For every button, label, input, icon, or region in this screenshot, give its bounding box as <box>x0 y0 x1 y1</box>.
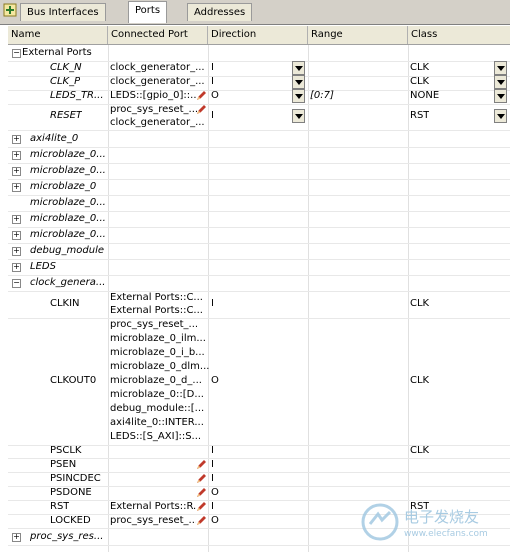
connected-port[interactable]: debug_module::[... <box>110 402 204 415</box>
tab-ports[interactable]: Ports <box>128 1 168 23</box>
instance-name: clock_genera... <box>30 277 106 288</box>
pencil-icon[interactable] <box>196 516 206 526</box>
pencil-icon[interactable] <box>196 91 206 101</box>
add-port-icon[interactable] <box>3 3 17 17</box>
col-class[interactable]: Class <box>408 26 510 44</box>
instance-name: microblaze_0... <box>30 197 106 208</box>
tree-row-instance[interactable]: − clock_genera... <box>8 275 510 292</box>
connected-port[interactable]: proc_sys_reset_... <box>110 318 198 331</box>
expand-icon[interactable]: + <box>12 167 21 176</box>
instance-name: microblaze_0... <box>30 165 106 176</box>
instance-name: microblaze_0... <box>30 213 106 224</box>
pencil-icon[interactable] <box>196 105 206 115</box>
direction-dropdown-icon[interactable] <box>292 75 305 89</box>
tree-row-instance[interactable]: + microblaze_0 <box>8 179 510 196</box>
expand-icon[interactable]: + <box>12 183 21 192</box>
class-dropdown-icon[interactable] <box>494 109 507 123</box>
direction-value[interactable]: O <box>211 513 219 529</box>
connected-port[interactable]: LEDS::[S_AXI]::S... <box>110 430 201 443</box>
direction-dropdown-icon[interactable] <box>292 109 305 123</box>
watermark-logo: 电子发烧友 www.elecfans.com <box>360 498 510 550</box>
instance-name: microblaze_0 <box>30 181 97 192</box>
direction-value[interactable]: I <box>211 108 214 124</box>
tree-row-instance[interactable]: + microblaze_0... <box>8 211 510 228</box>
connected-port[interactable]: clock_generator_... <box>110 116 205 129</box>
direction-dropdown-icon[interactable] <box>292 89 305 103</box>
expand-icon[interactable]: + <box>12 151 21 160</box>
class-value[interactable]: CLK <box>410 296 429 312</box>
expand-icon[interactable]: + <box>12 263 21 272</box>
expand-icon[interactable]: + <box>12 533 21 542</box>
instance-name: debug_module <box>30 245 105 256</box>
tab-addresses[interactable]: Addresses <box>187 3 253 21</box>
connected-port[interactable]: axi4lite_0::INTER... <box>110 416 204 429</box>
instance-name: axi4lite_0 <box>30 133 79 144</box>
connected-port[interactable]: microblaze_0_i_b... <box>110 346 205 359</box>
expand-icon[interactable]: + <box>12 215 21 224</box>
expand-icon[interactable]: + <box>12 135 21 144</box>
direction-value[interactable]: I <box>211 296 214 312</box>
port-row[interactable]: PSCLK I CLK <box>8 444 510 459</box>
connected-port[interactable]: proc_sys_reset_... <box>110 103 198 116</box>
expand-icon[interactable]: + <box>12 231 21 240</box>
tree-row-instance[interactable]: + axi4lite_0 <box>8 131 510 148</box>
port-name: LOCKED <box>50 515 91 526</box>
class-value[interactable]: CLK <box>410 373 429 389</box>
pencil-icon[interactable] <box>196 502 206 512</box>
instance-name: proc_sys_res... <box>30 531 104 542</box>
instance-name: microblaze_0... <box>30 149 106 160</box>
tree-row-instance[interactable]: + microblaze_0... <box>8 163 510 180</box>
tab-bus-interfaces[interactable]: Bus Interfaces <box>20 3 106 21</box>
port-name: RESET <box>50 110 83 121</box>
watermark-url: www.elecfans.com <box>404 529 488 539</box>
col-range[interactable]: Range <box>308 26 408 44</box>
connected-port[interactable]: proc_sys_reset_... <box>110 513 196 529</box>
tree-row-instance[interactable]: + microblaze_0... <box>8 227 510 244</box>
tree-row-instance[interactable]: + debug_module <box>8 243 510 260</box>
port-row[interactable]: RESET proc_sys_reset_... clock_generator… <box>8 102 510 131</box>
direction-dropdown-icon[interactable] <box>292 61 305 75</box>
class-value[interactable]: RST <box>410 108 429 124</box>
connected-port[interactable]: microblaze_0_d_... <box>110 374 202 387</box>
tree-row-instance[interactable]: + LEDS <box>8 259 510 276</box>
connected-port[interactable]: microblaze_0_ilm... <box>110 332 206 345</box>
port-name: CLKOUT0 <box>50 375 97 386</box>
connected-port[interactable]: External Ports::C... <box>110 304 203 317</box>
ports-grid: − External Ports CLK_N clock_generator_.… <box>8 45 510 552</box>
pencil-icon[interactable] <box>196 460 206 470</box>
collapse-icon[interactable]: − <box>12 49 21 58</box>
collapse-icon[interactable]: − <box>12 279 21 288</box>
elecfans-logo-icon <box>361 503 399 541</box>
instance-name: LEDS <box>30 261 56 272</box>
port-row[interactable]: CLKOUT0 proc_sys_reset_... microblaze_0_… <box>8 318 510 446</box>
port-name: CLKIN <box>50 298 80 309</box>
port-row[interactable]: CLKIN External Ports::C... External Port… <box>8 291 510 319</box>
tree-row-instance[interactable]: microblaze_0... <box>8 195 510 212</box>
class-dropdown-icon[interactable] <box>494 61 507 75</box>
expand-icon[interactable]: + <box>12 247 21 256</box>
col-direction[interactable]: Direction <box>208 26 308 44</box>
col-connected-port[interactable]: Connected Port <box>108 26 208 44</box>
column-header: Name Connected Port Direction Range Clas… <box>8 26 510 45</box>
direction-value[interactable]: O <box>211 373 219 389</box>
tree-row-instance[interactable]: + microblaze_0... <box>8 147 510 164</box>
tab-bar: Bus Interfaces Ports Addresses <box>0 0 510 25</box>
class-dropdown-icon[interactable] <box>494 89 507 103</box>
pencil-icon[interactable] <box>196 488 206 498</box>
group-label: External Ports <box>22 47 92 58</box>
connected-port[interactable]: microblaze_0_dlm... <box>110 360 209 373</box>
instance-name: microblaze_0... <box>30 229 106 240</box>
col-name[interactable]: Name <box>8 26 108 44</box>
connected-port[interactable]: External Ports::C... <box>110 291 203 304</box>
pencil-icon[interactable] <box>196 474 206 484</box>
class-value[interactable]: CLK <box>410 443 429 459</box>
connected-port[interactable]: microblaze_0::[D... <box>110 388 204 401</box>
watermark-brand: 电子发烧友 <box>404 508 480 526</box>
class-dropdown-icon[interactable] <box>494 75 507 89</box>
